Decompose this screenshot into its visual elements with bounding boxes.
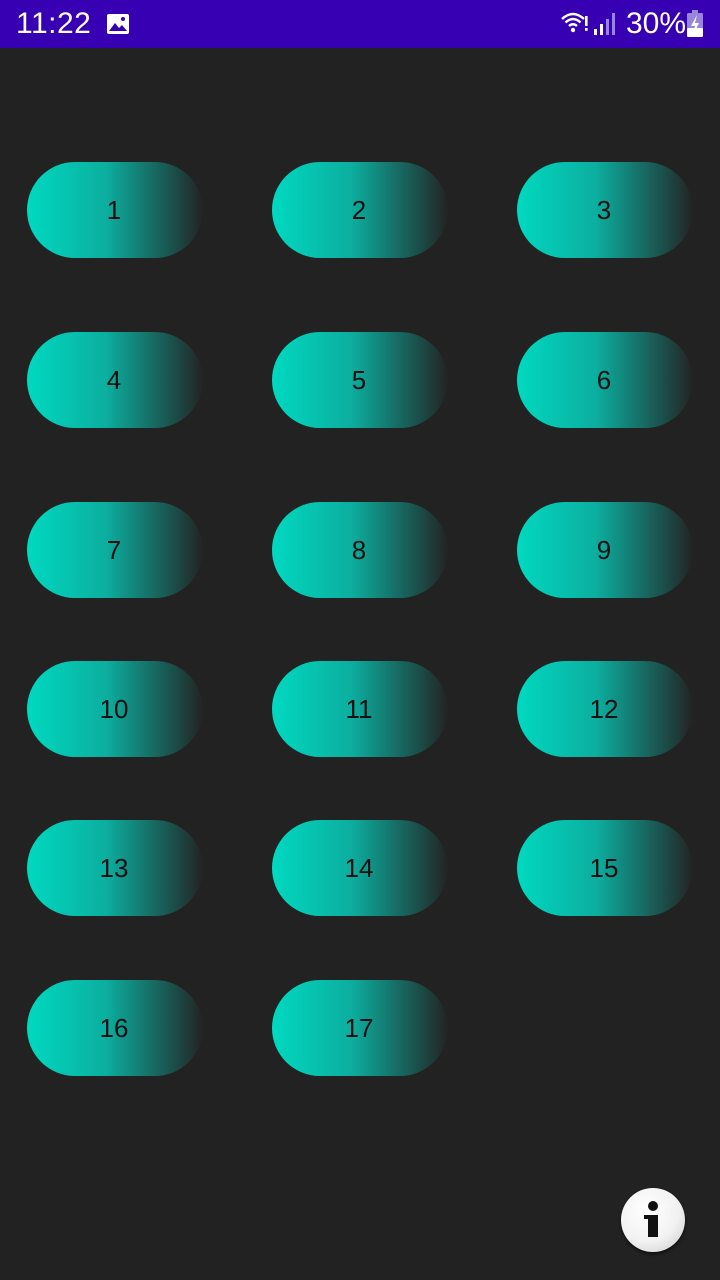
- level-button-7[interactable]: 7: [27, 502, 203, 598]
- wifi-icon: [561, 12, 588, 33]
- level-button-12[interactable]: 12: [517, 661, 693, 757]
- info-button[interactable]: [621, 1188, 685, 1252]
- level-label: 2: [351, 195, 367, 225]
- level-button-11[interactable]: 11: [272, 661, 448, 757]
- level-label: 6: [596, 365, 612, 395]
- level-button-4[interactable]: 4: [27, 332, 203, 428]
- level-label: 5: [351, 365, 367, 395]
- level-button-1[interactable]: 1: [27, 162, 203, 258]
- level-label: 8: [351, 535, 367, 565]
- level-button-3[interactable]: 3: [517, 162, 693, 258]
- level-label: 11: [345, 694, 373, 724]
- info-icon: [644, 1201, 658, 1237]
- level-label: 14: [344, 853, 374, 883]
- level-button-6[interactable]: 6: [517, 332, 693, 428]
- level-button-8[interactable]: 8: [272, 502, 448, 598]
- level-label: 7: [106, 535, 122, 565]
- level-label: 9: [596, 535, 612, 565]
- level-button-16[interactable]: 16: [27, 980, 203, 1076]
- level-button-14[interactable]: 14: [272, 820, 448, 916]
- level-button-5[interactable]: 5: [272, 332, 448, 428]
- battery-percentage: 30%: [626, 7, 687, 40]
- level-button-17[interactable]: 17: [272, 980, 448, 1076]
- battery-charging-icon: [687, 10, 703, 37]
- level-label: 15: [589, 853, 619, 883]
- level-label: 17: [344, 1013, 374, 1043]
- level-label: 16: [99, 1013, 129, 1043]
- level-label: 12: [589, 694, 619, 724]
- level-button-9[interactable]: 9: [517, 502, 693, 598]
- level-button-15[interactable]: 15: [517, 820, 693, 916]
- status-bar: 11:22 30%: [0, 0, 720, 48]
- app-screen: 11:22 30% 1 2 3 4 5 6 7 8 9 10 11 12 13 …: [0, 0, 720, 1280]
- status-time: 11:22: [16, 7, 92, 40]
- level-button-2[interactable]: 2: [272, 162, 448, 258]
- level-button-10[interactable]: 10: [27, 661, 203, 757]
- gallery-icon: [107, 14, 129, 34]
- level-label: 1: [106, 195, 122, 225]
- level-label: 13: [99, 853, 129, 883]
- level-label: 10: [99, 694, 129, 724]
- cellular-signal-icon: [594, 13, 615, 35]
- level-label: 3: [596, 195, 612, 225]
- level-button-13[interactable]: 13: [27, 820, 203, 916]
- level-label: 4: [106, 365, 122, 395]
